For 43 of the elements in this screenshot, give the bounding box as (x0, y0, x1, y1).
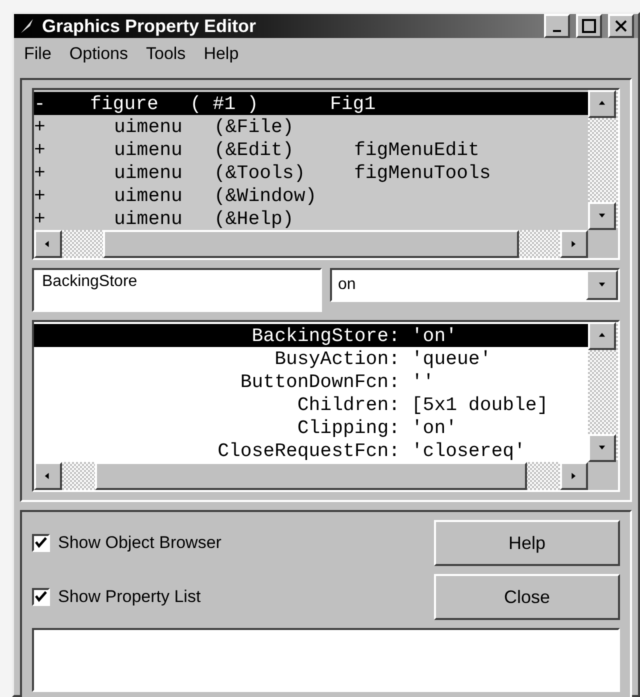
close-button[interactable] (608, 14, 634, 38)
maximize-icon (582, 19, 596, 33)
property-name-field[interactable]: BackingStore (32, 268, 322, 312)
scroll-left-button[interactable] (34, 462, 62, 490)
checkbox-label: Show Property List (58, 587, 201, 607)
checkbox[interactable] (32, 588, 50, 606)
property-row[interactable]: BackingStore: 'on' (34, 324, 588, 347)
value-dropdown[interactable]: on (330, 268, 620, 302)
scroll-thumb[interactable] (94, 462, 528, 490)
scroll-up-button[interactable] (588, 90, 616, 118)
tree-row[interactable]: + uimenu (&Window) (34, 184, 588, 207)
scroll-thumb[interactable] (103, 230, 519, 258)
tree-row[interactable]: + uimenu (&File) (34, 115, 588, 138)
dropdown-button[interactable] (586, 270, 618, 300)
scroll-right-button[interactable] (560, 230, 588, 258)
menu-item[interactable]: Options (69, 44, 128, 64)
scroll-right-button[interactable] (560, 462, 588, 490)
scrollbar-corner (588, 462, 618, 490)
maximize-button[interactable] (576, 14, 602, 38)
scroll-left-button[interactable] (34, 230, 62, 258)
menu-item[interactable]: File (24, 44, 52, 64)
checkbox-label: Show Object Browser (58, 533, 222, 553)
scroll-down-button[interactable] (588, 202, 616, 230)
menu-item[interactable]: Help (204, 44, 239, 64)
property-row[interactable]: Clipping: 'on' (34, 416, 588, 439)
scroll-down-button[interactable] (588, 434, 616, 462)
close-icon (614, 19, 628, 33)
tree-row[interactable]: + uimenu (&Tools) figMenuTools (34, 161, 588, 184)
property-row[interactable]: CloseRequestFcn: 'closereq' (34, 439, 588, 462)
minimize-icon (553, 30, 561, 32)
dialog-button[interactable]: Close (434, 574, 620, 620)
property-row[interactable]: BusyAction: 'queue' (34, 347, 588, 370)
scroll-up-button[interactable] (588, 322, 616, 350)
tree-row[interactable]: + uimenu (&Edit) figMenuEdit (34, 138, 588, 161)
property-row[interactable]: Children: [5x1 double] (34, 393, 588, 416)
window-title: Graphics Property Editor (42, 16, 258, 36)
menu-item[interactable]: Tools (146, 44, 186, 64)
tree-row[interactable]: - figure ( #1 ) Fig1 (34, 92, 588, 115)
tree-row[interactable]: + uimenu (&Help) (34, 207, 588, 230)
minimize-button[interactable] (544, 14, 570, 38)
dialog-button[interactable]: Help (434, 520, 620, 566)
checkbox[interactable] (32, 534, 50, 552)
property-row[interactable]: ButtonDownFcn: '' (34, 370, 588, 393)
